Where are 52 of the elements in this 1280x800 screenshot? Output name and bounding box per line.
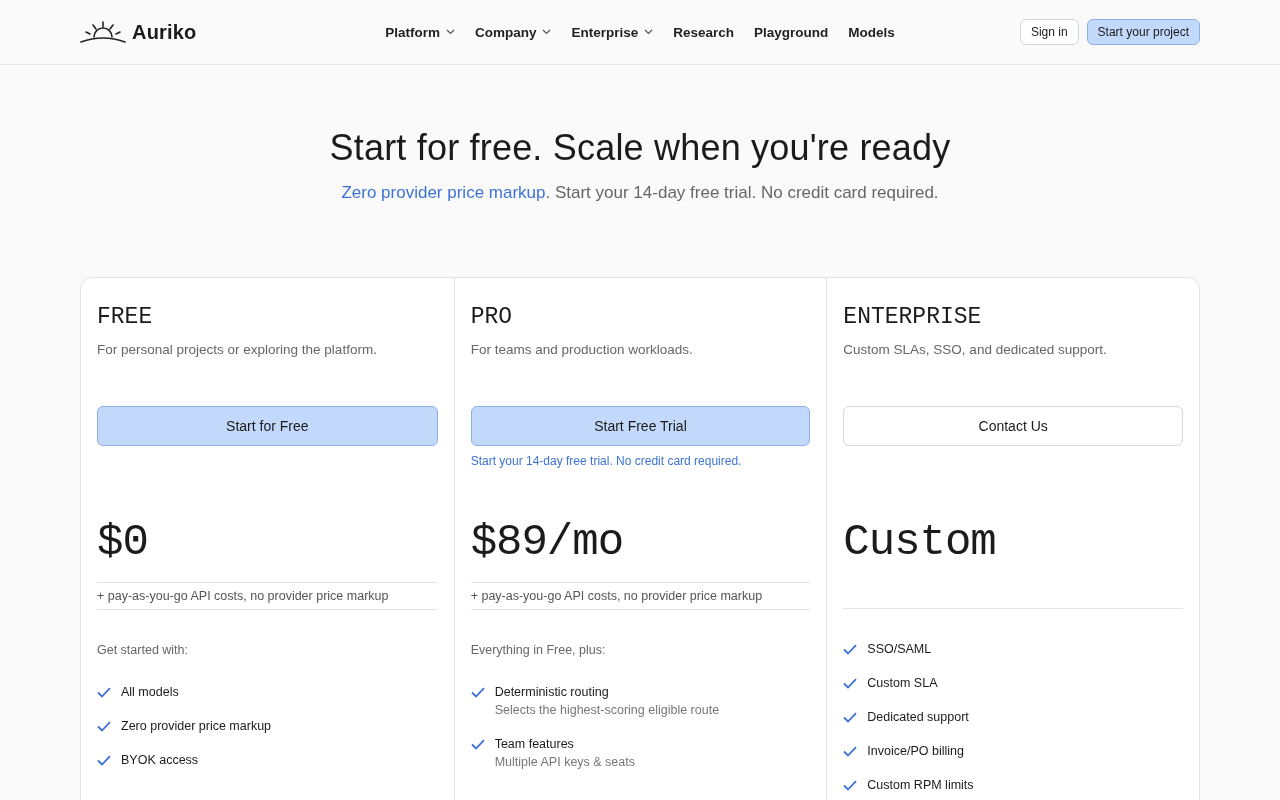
check-icon (843, 780, 858, 791)
plan-price: Custom (843, 510, 1183, 609)
feature-name: BYOK access (121, 753, 199, 767)
check-icon (843, 746, 858, 757)
feature-name: Zero provider price markup (121, 719, 272, 733)
check-icon (843, 712, 858, 723)
features-intro: Everything in Free, plus: (470, 643, 607, 657)
feature-name: Invoice/PO billing (867, 744, 964, 758)
brand-name[interactable]: Auriko (132, 20, 197, 44)
header-button[interactable]: Sign in (1019, 19, 1079, 45)
feature-name: Dedicated support (867, 710, 969, 724)
check-icon (470, 739, 485, 750)
features-intro: Get started with: (97, 643, 189, 657)
nav-link[interactable]: Platform (385, 24, 455, 40)
nav-link[interactable]: Company (474, 24, 552, 40)
check-icon (843, 678, 858, 689)
header-button[interactable]: Start your project (1086, 19, 1200, 45)
price-note: + pay-as-you-go API costs, no provider price markup (470, 589, 763, 603)
plan-button[interactable]: Start Free Trial (470, 406, 811, 446)
feature-detail: Selects the highest-scoring eligible route (494, 703, 720, 717)
plan-name: PRO (470, 304, 514, 330)
feature-name: Deterministic routing (494, 685, 610, 699)
plan-name: ENTERPRISE (843, 304, 983, 330)
check-icon (97, 755, 111, 766)
feature-name: SSO/SAML (867, 642, 932, 656)
price-note: + pay-as-you-go API costs, no provider price markup (97, 589, 389, 603)
hero-title: Start for free. Scale when you're ready (328, 127, 952, 169)
plan-description: For personal projects or exploring the platform. (97, 342, 378, 357)
sunrise-logo-icon (80, 20, 126, 44)
nav-link[interactable]: Enterprise (571, 24, 654, 40)
markup-link[interactable]: Zero provider price markup (341, 183, 546, 202)
plan-price: $0 (97, 516, 149, 569)
check-icon (97, 721, 111, 732)
plan-price: $89/mo (470, 516, 625, 569)
plan-description: For teams and production workloads. (470, 342, 694, 357)
nav-link[interactable]: Playground (754, 24, 829, 40)
check-icon (470, 687, 485, 698)
check-icon (843, 644, 858, 655)
feature-name: Custom SLA (867, 676, 938, 690)
plan-button[interactable]: Start for Free (97, 406, 438, 446)
check-icon (97, 687, 111, 698)
trial-note: Start your 14-day free trial. No credit card required. (470, 454, 743, 468)
feature-name: Custom RPM limits (867, 778, 974, 792)
feature-name: All models (121, 685, 179, 699)
plan-description: Custom SLAs, SSO, and dedicated support. (843, 342, 1108, 357)
nav-link[interactable]: Research (673, 24, 735, 40)
feature-detail: Multiple API keys & seats (494, 755, 635, 769)
plan-button[interactable]: Contact Us (843, 406, 1183, 446)
nav-link[interactable]: Models (848, 24, 895, 40)
hero-subtitle: Zero provider price markup. Start your 14-day free trial. No credit card required. (340, 183, 940, 203)
plan-name: FREE (97, 304, 154, 330)
feature-name: Team features (494, 737, 575, 751)
